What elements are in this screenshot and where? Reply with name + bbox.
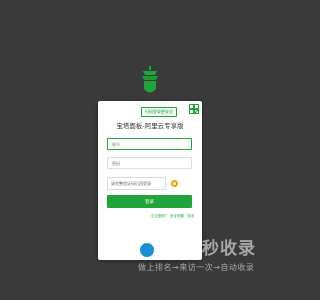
qr-login-tip[interactable]: 扫码登录更安全 — [141, 107, 177, 117]
panel-title: 宝塔面板-阿里云专享版 — [116, 122, 184, 130]
password-field[interactable] — [107, 157, 192, 169]
watermark-logo — [130, 242, 162, 257]
bt-logo — [142, 66, 158, 93]
captcha-row — [107, 177, 192, 190]
watermark-title: 自动秒收录 — [166, 239, 256, 259]
footer-links: 忘记密码? 安全设置 关闭 — [149, 214, 194, 219]
forgot-password-link[interactable]: 忘记密码? — [151, 214, 167, 218]
login-button[interactable]: 登录 — [107, 195, 192, 208]
username-field[interactable] — [107, 138, 192, 150]
qr-code-icon[interactable] — [189, 104, 199, 114]
captcha-field[interactable] — [107, 177, 166, 190]
watermark-slogan: 做上排名→来访一次→自动收录 — [138, 263, 255, 272]
refresh-captcha-icon[interactable] — [171, 180, 178, 187]
watermark: 自动秒收录 做上排名→来访一次→自动收录 — [128, 238, 288, 278]
login-card: 扫码登录更安全 宝塔面板-阿里云专享版 登录 忘记密码? 安全设置 关闭 — [98, 101, 202, 260]
close-link[interactable]: 关闭 — [187, 214, 194, 218]
security-settings-link[interactable]: 安全设置 — [170, 214, 184, 218]
